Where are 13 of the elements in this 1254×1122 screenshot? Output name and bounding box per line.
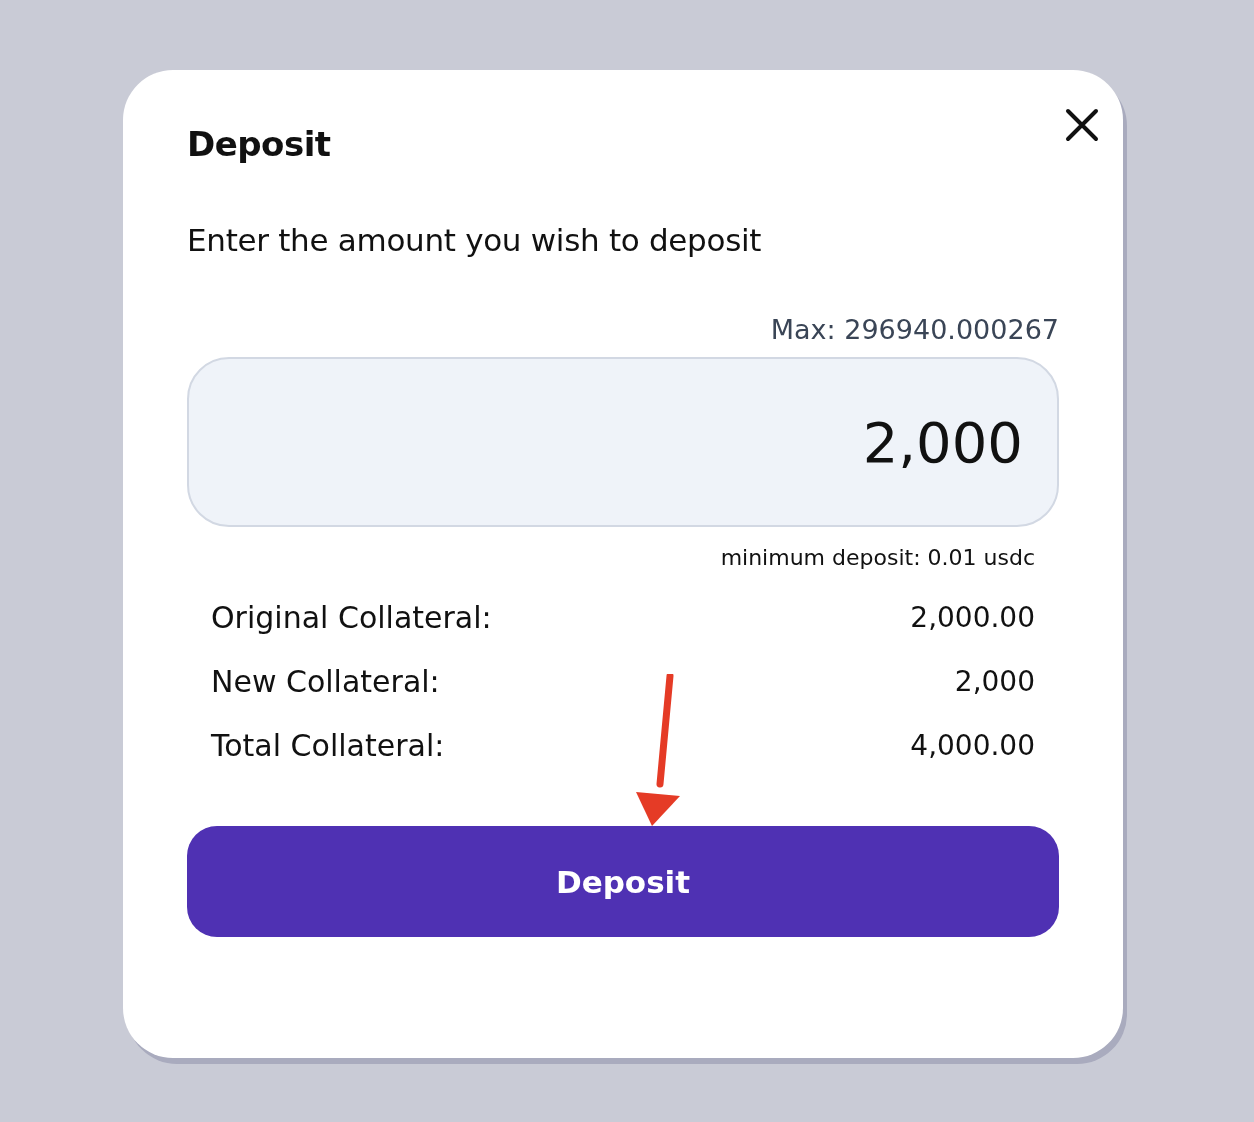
dialog-title: Deposit — [187, 124, 331, 164]
close-button[interactable] — [1065, 108, 1099, 142]
summary-label: New Collateral: — [211, 663, 440, 699]
minimum-deposit-note: minimum deposit: 0.01 usdc — [719, 545, 1036, 570]
max-amount: Max: 296940.000267 — [769, 314, 1059, 345]
summary-value: 2,000 — [954, 664, 1035, 698]
summary-label: Total Collateral: — [211, 727, 445, 763]
summary-label: Original Collateral: — [211, 599, 492, 635]
summary-value: 4,000.00 — [910, 728, 1035, 762]
prompt-text: Enter the amount you wish to deposit — [187, 222, 763, 258]
summary-value: 2,000.00 — [910, 600, 1035, 634]
deposit-button[interactable]: Deposit — [187, 826, 1059, 937]
amount-input-field[interactable]: 2,000 — [187, 357, 1059, 527]
